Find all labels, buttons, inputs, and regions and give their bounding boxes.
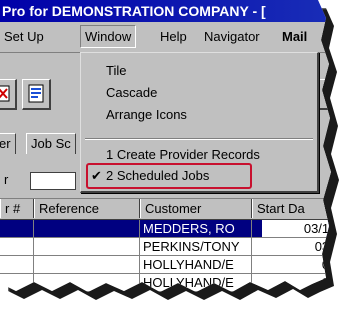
menu-setup[interactable]: Set Up (4, 29, 44, 44)
row-reference-cell (34, 256, 140, 273)
row-customer-cell: HOLLYHAND/E (140, 274, 252, 291)
menu-item-cascade[interactable]: Cascade (81, 83, 317, 103)
tab-provider[interactable]: er (0, 133, 16, 154)
app-window: Pro for DEMONSTRATION COMPANY - [ Set Up… (0, 0, 331, 292)
menu-mail[interactable]: Mail (282, 29, 307, 44)
report-button[interactable] (22, 79, 51, 110)
row-number-cell (0, 238, 34, 255)
col-number[interactable]: r # (0, 199, 34, 218)
table-row[interactable]: HOLLYHAND/E 03/ (0, 256, 331, 274)
grid-header: r # Reference Customer Start Da (0, 199, 331, 220)
jobs-grid: r # Reference Customer Start Da MEDDERS,… (0, 199, 331, 292)
table-row[interactable]: PERKINS/TONY 03/2 (0, 238, 331, 256)
filter-input[interactable] (30, 172, 76, 190)
row-number-cell (0, 220, 34, 237)
table-row[interactable]: MEDDERS, RO 03/17/ (0, 220, 331, 238)
menu-help[interactable]: Help (160, 29, 187, 44)
report-icon (28, 84, 44, 103)
menu-item-arrange-icons[interactable]: Arrange Icons (81, 105, 317, 125)
menu-bar: Set Up Window Help Navigator Mail (0, 22, 331, 53)
tab-job-schedule[interactable]: Job Sc (26, 133, 76, 154)
delete-button[interactable] (0, 79, 17, 110)
row-reference-cell (34, 220, 140, 237)
row-reference-cell (34, 274, 140, 291)
row-customer-cell: HOLLYHAND/E (140, 256, 252, 273)
row-customer-cell: PERKINS/TONY (140, 238, 252, 255)
row-reference-cell (34, 238, 140, 255)
row-number-cell (0, 256, 34, 273)
highlight-annotation (86, 163, 252, 189)
col-customer[interactable]: Customer (140, 199, 252, 218)
menu-item-window-1[interactable]: 1 Create Provider Records (81, 145, 317, 165)
filter-label: r (4, 172, 9, 187)
delete-icon (0, 85, 10, 102)
col-reference[interactable]: Reference (34, 199, 140, 218)
menu-item-tile[interactable]: Tile (81, 61, 317, 81)
row-customer-cell: MEDDERS, RO (140, 220, 252, 237)
menu-window[interactable]: Window (80, 25, 137, 48)
menu-separator (85, 138, 313, 140)
title-bar: Pro for DEMONSTRATION COMPANY - [ (0, 0, 331, 22)
menu-navigator[interactable]: Navigator (204, 29, 260, 44)
window-title: Pro for DEMONSTRATION COMPANY - [ (2, 3, 266, 19)
row-date-cell: 03/ (262, 256, 331, 273)
